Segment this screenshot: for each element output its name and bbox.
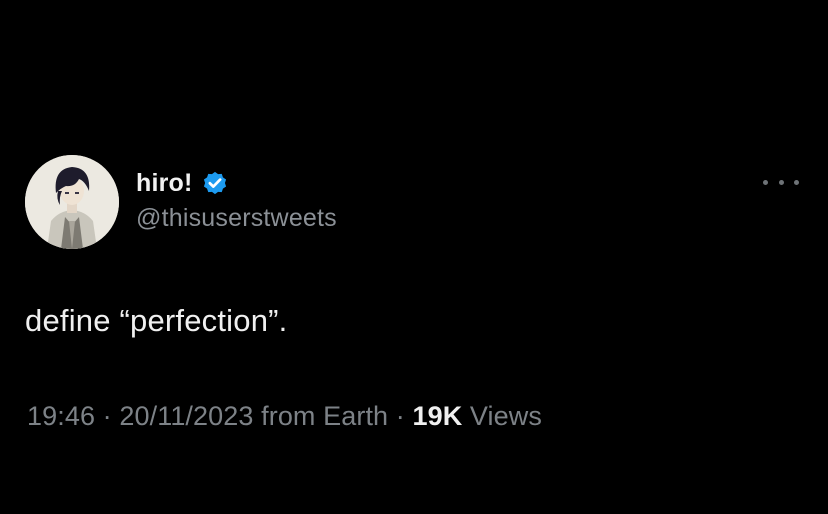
verified-badge-icon — [203, 171, 226, 195]
tweet-time[interactable]: 19:46 — [27, 401, 95, 431]
display-name-row: hiro! — [136, 166, 229, 200]
tweet-date[interactable]: 20/11/2023 — [119, 401, 253, 431]
display-name[interactable]: hiro! — [136, 169, 193, 198]
views-label: Views — [469, 401, 542, 431]
avatar-illustration — [25, 155, 119, 249]
tweet-metadata: 19:46 · 20/11/2023 from Earth · 19K View… — [27, 401, 542, 432]
tweet-source: from Earth — [261, 401, 389, 431]
more-dot — [794, 179, 799, 185]
avatar[interactable] — [25, 155, 119, 249]
user-handle[interactable]: @thisuserstweets — [136, 204, 337, 233]
views-count[interactable]: 19K — [412, 401, 462, 431]
tweet-card: hiro! @thisuserstweets define “perfectio… — [0, 0, 828, 514]
more-dot — [778, 179, 784, 185]
separator: · — [388, 401, 413, 431]
separator: · — [95, 401, 120, 431]
more-dot — [763, 179, 768, 185]
more-options-icon[interactable] — [763, 172, 799, 192]
tweet-text: define “perfection”. — [25, 303, 288, 338]
